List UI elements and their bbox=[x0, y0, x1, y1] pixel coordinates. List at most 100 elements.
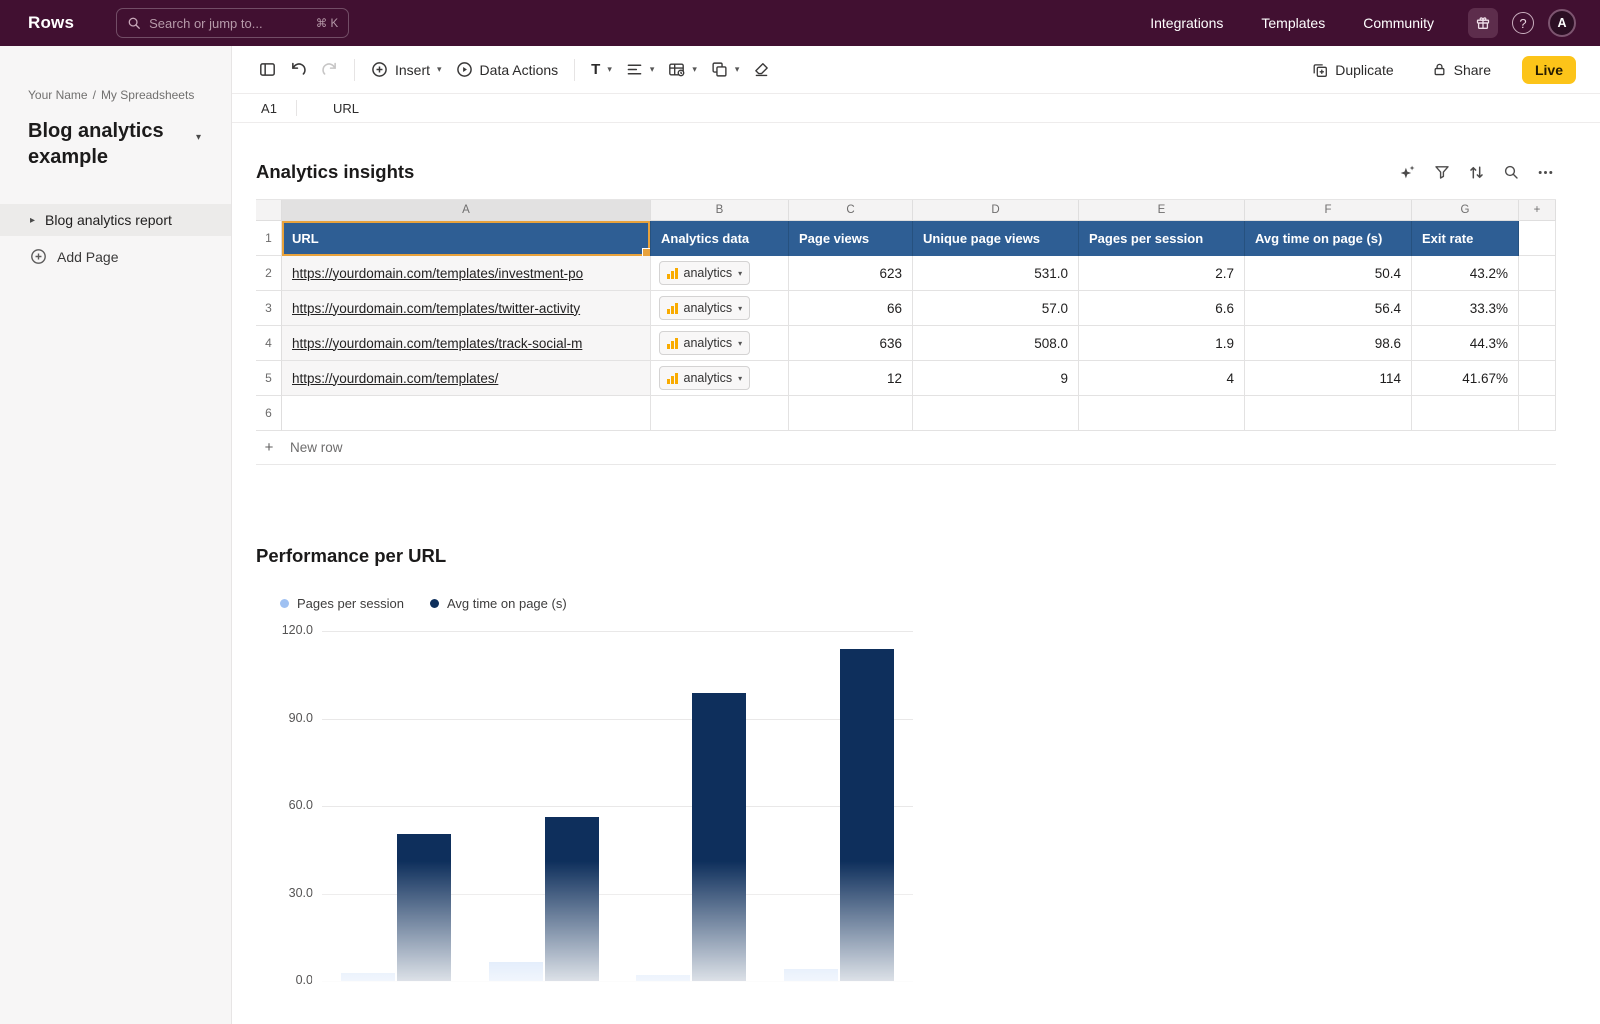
header-cell[interactable]: Page views bbox=[789, 221, 913, 256]
cell-value[interactable]: 9 bbox=[913, 361, 1079, 396]
empty-cell[interactable] bbox=[651, 396, 789, 431]
cell-value[interactable]: 43.2% bbox=[1412, 256, 1519, 291]
analytics-cell[interactable]: analytics▾ bbox=[651, 291, 789, 326]
table-title[interactable]: Analytics insights bbox=[256, 161, 414, 183]
cell-value[interactable]: 6.6 bbox=[1079, 291, 1245, 326]
search-icon[interactable] bbox=[1503, 164, 1519, 180]
nav-templates[interactable]: Templates bbox=[1261, 15, 1325, 31]
cell-value[interactable]: 531.0 bbox=[913, 256, 1079, 291]
row-number[interactable]: 1 bbox=[256, 221, 282, 256]
header-cell[interactable]: Avg time on page (s) bbox=[1245, 221, 1412, 256]
cell-value[interactable]: 41.67% bbox=[1412, 361, 1519, 396]
analytics-chip[interactable]: analytics▾ bbox=[659, 296, 750, 320]
column-letter[interactable]: B bbox=[651, 200, 789, 221]
toggle-sidebar-button[interactable] bbox=[252, 55, 283, 84]
url-link[interactable]: https://yourdomain.com/templates/twitter… bbox=[292, 301, 580, 316]
formula-input[interactable]: URL bbox=[309, 101, 359, 116]
spreadsheet-title[interactable]: Blog analytics example bbox=[28, 118, 180, 170]
header-cell[interactable]: Exit rate bbox=[1412, 221, 1519, 256]
avatar[interactable]: A bbox=[1548, 9, 1576, 37]
cell-value[interactable]: 623 bbox=[789, 256, 913, 291]
cell-value[interactable]: 56.4 bbox=[1245, 291, 1412, 326]
cell-value[interactable]: 2.7 bbox=[1079, 256, 1245, 291]
clear-formatting-button[interactable] bbox=[746, 55, 777, 84]
nav-integrations[interactable]: Integrations bbox=[1150, 15, 1223, 31]
row-number[interactable]: 5 bbox=[256, 361, 282, 396]
column-letter[interactable]: F bbox=[1245, 200, 1412, 221]
cell-value[interactable]: 636 bbox=[789, 326, 913, 361]
header-cell[interactable]: URL bbox=[282, 221, 651, 256]
whats-new-button[interactable] bbox=[1468, 8, 1498, 38]
insert-button[interactable]: Insert ▾ bbox=[364, 55, 449, 84]
cell-value[interactable]: 114 bbox=[1245, 361, 1412, 396]
row-number[interactable]: 6 bbox=[256, 396, 282, 431]
help-button[interactable]: ? bbox=[1512, 12, 1534, 34]
analytics-chip[interactable]: analytics▾ bbox=[659, 331, 750, 355]
breadcrumb-folder[interactable]: My Spreadsheets bbox=[101, 88, 194, 102]
cell-value[interactable]: 98.6 bbox=[1245, 326, 1412, 361]
data-actions-button[interactable]: Data Actions bbox=[449, 55, 566, 84]
spreadsheet-title-row[interactable]: Blog analytics example ▾ bbox=[28, 118, 207, 170]
cell-value[interactable]: 66 bbox=[789, 291, 913, 326]
merge-cells-button[interactable]: ▾ bbox=[704, 55, 747, 84]
alignment-button[interactable]: ▾ bbox=[619, 55, 662, 84]
add-page-button[interactable]: Add Page bbox=[30, 248, 231, 265]
live-button[interactable]: Live bbox=[1522, 56, 1576, 84]
analytics-chip[interactable]: analytics▾ bbox=[659, 261, 750, 285]
cell-value[interactable]: 12 bbox=[789, 361, 913, 396]
header-cell[interactable]: Pages per session bbox=[1079, 221, 1245, 256]
search-input[interactable] bbox=[149, 16, 275, 31]
url-cell[interactable]: https://yourdomain.com/templates/ bbox=[282, 361, 651, 396]
row-number[interactable]: 4 bbox=[256, 326, 282, 361]
analytics-cell[interactable]: analytics▾ bbox=[651, 256, 789, 291]
cell-value[interactable]: 44.3% bbox=[1412, 326, 1519, 361]
column-letter[interactable]: D bbox=[913, 200, 1079, 221]
column-letter[interactable]: C bbox=[789, 200, 913, 221]
corner-cell[interactable] bbox=[256, 200, 282, 221]
sort-icon[interactable] bbox=[1468, 164, 1485, 181]
url-cell[interactable]: https://yourdomain.com/templates/investm… bbox=[282, 256, 651, 291]
empty-cell[interactable] bbox=[1519, 361, 1556, 396]
nav-community[interactable]: Community bbox=[1363, 15, 1434, 31]
chevron-right-icon[interactable]: ▸ bbox=[30, 215, 35, 226]
empty-cell[interactable] bbox=[1519, 256, 1556, 291]
empty-cell[interactable] bbox=[913, 396, 1079, 431]
analytics-cell[interactable]: analytics▾ bbox=[651, 361, 789, 396]
chevron-down-icon[interactable]: ▾ bbox=[196, 132, 201, 143]
filter-icon[interactable] bbox=[1434, 164, 1450, 180]
add-column-button[interactable]: + bbox=[1519, 200, 1556, 221]
add-row-plus-icon[interactable]: + bbox=[256, 431, 282, 464]
url-cell[interactable]: https://yourdomain.com/templates/twitter… bbox=[282, 291, 651, 326]
row-number[interactable]: 3 bbox=[256, 291, 282, 326]
redo-button[interactable] bbox=[314, 55, 345, 84]
empty-cell[interactable] bbox=[1519, 396, 1556, 431]
cell-value[interactable]: 57.0 bbox=[913, 291, 1079, 326]
cell-value[interactable]: 33.3% bbox=[1412, 291, 1519, 326]
row-number[interactable]: 2 bbox=[256, 256, 282, 291]
empty-cell[interactable] bbox=[1412, 396, 1519, 431]
duplicate-button[interactable]: Duplicate bbox=[1305, 56, 1400, 84]
column-letter[interactable]: E bbox=[1079, 200, 1245, 221]
empty-cell[interactable] bbox=[1519, 291, 1556, 326]
new-row-button[interactable]: + New row bbox=[256, 431, 1556, 465]
column-letter[interactable]: G bbox=[1412, 200, 1519, 221]
cell-value[interactable]: 508.0 bbox=[913, 326, 1079, 361]
header-cell[interactable]: Unique page views bbox=[913, 221, 1079, 256]
undo-button[interactable] bbox=[283, 55, 314, 84]
url-link[interactable]: https://yourdomain.com/templates/track-s… bbox=[292, 336, 582, 351]
text-format-button[interactable]: T ▾ bbox=[584, 55, 619, 84]
share-button[interactable]: Share bbox=[1425, 56, 1498, 84]
url-cell[interactable]: https://yourdomain.com/templates/track-s… bbox=[282, 326, 651, 361]
empty-cell[interactable] bbox=[1519, 326, 1556, 361]
rows-logo[interactable]: Rows bbox=[28, 13, 74, 33]
analytics-cell[interactable]: analytics▾ bbox=[651, 326, 789, 361]
column-letter[interactable]: A bbox=[282, 200, 651, 221]
search-box[interactable]: ⌘ K bbox=[116, 8, 349, 38]
cell-value[interactable]: 50.4 bbox=[1245, 256, 1412, 291]
sidebar-page-item[interactable]: ▸ Blog analytics report bbox=[0, 204, 231, 236]
url-link[interactable]: https://yourdomain.com/templates/investm… bbox=[292, 266, 583, 281]
cell-reference[interactable]: A1 bbox=[254, 101, 284, 116]
header-cell[interactable]: Analytics data bbox=[651, 221, 789, 256]
analytics-chip[interactable]: analytics▾ bbox=[659, 366, 750, 390]
empty-cell[interactable] bbox=[789, 396, 913, 431]
